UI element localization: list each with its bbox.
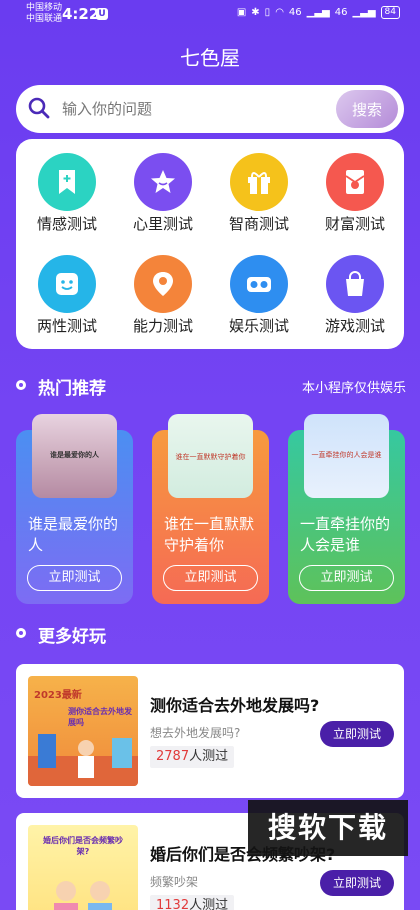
- smile-face-icon: [38, 255, 96, 313]
- section-dot-icon: [16, 380, 26, 390]
- participant-number: 2787: [156, 749, 190, 764]
- carrier-info: 中国移动 中国联通: [26, 3, 62, 25]
- category-entertainment[interactable]: 娱乐测试: [214, 243, 304, 338]
- star-icon: [134, 153, 192, 211]
- hot-card-image-text: 谁在一直默默守护着你: [175, 453, 246, 461]
- category-label: 智商测试: [228, 215, 289, 233]
- location-pin-icon: [134, 255, 192, 313]
- list-item-title: 测你适合去外地发展吗?: [150, 696, 320, 715]
- search-button[interactable]: 搜索: [336, 90, 398, 128]
- category-wealth[interactable]: 财富测试: [310, 141, 400, 236]
- nfc-icon: ▣: [236, 7, 247, 18]
- hot-card-image-text: 谁是最爱你的人: [50, 451, 99, 459]
- carrier-2: 中国联通: [26, 14, 63, 24]
- hot-card-image-text: 一直牵挂你的人会是谁: [311, 451, 382, 459]
- system-icons: ▣ ✱ ▯ ◠ 46 ▁▃▅ 46 ▁▃▅ 84: [237, 6, 400, 19]
- category-label: 能力测试: [132, 317, 193, 335]
- signal-icon-2: ▁▃▅: [352, 7, 376, 18]
- battery-icon: 84: [380, 6, 400, 19]
- thumbnail-text: 2023最新: [34, 690, 82, 701]
- category-gender[interactable]: 两性测试: [22, 243, 112, 338]
- vibrate-icon: ▯: [264, 7, 271, 18]
- more-section-title: 更多好玩: [38, 627, 106, 647]
- category-label: 心里测试: [132, 215, 193, 233]
- participant-number: 1132: [156, 898, 190, 910]
- hot-card-title: 谁是最爱你的人: [28, 515, 119, 554]
- category-label: 游戏测试: [324, 317, 385, 335]
- signal-icon: ▁▃▅: [306, 7, 330, 18]
- bluetooth-icon: ✱: [251, 7, 260, 18]
- thumbnail-text: 婚后你们是否会频繁吵架?: [43, 836, 123, 856]
- category-emotion[interactable]: 情感测试: [22, 141, 112, 236]
- hot-card[interactable]: 谁是最爱你的人 谁是最爱你的人 立即测试: [16, 414, 133, 604]
- search-input[interactable]: [62, 95, 342, 123]
- participant-suffix: 人测过: [189, 749, 229, 764]
- category-ability[interactable]: 能力测试: [118, 243, 208, 338]
- category-iq[interactable]: 智商测试: [214, 141, 304, 236]
- hot-card[interactable]: 谁在一直默默守护着你 谁在一直默默守护着你 立即测试: [152, 414, 269, 604]
- category-label: 情感测试: [36, 215, 97, 233]
- thumbnail-text-2: 测你适合去外地发展吗: [68, 707, 132, 727]
- carrier-1: 中国移动: [26, 3, 63, 13]
- gift-icon: [230, 153, 288, 211]
- test-now-button[interactable]: 立即测试: [27, 565, 122, 591]
- participant-count: 2787人测过: [150, 746, 235, 768]
- test-now-button[interactable]: 立即测试: [320, 721, 394, 747]
- category-game[interactable]: 游戏测试: [310, 243, 400, 338]
- clock: 4:22: [62, 5, 100, 23]
- hot-card[interactable]: 一直牵挂你的人会是谁 一直牵挂你的人会是谁 立即测试: [288, 414, 405, 604]
- participant-suffix: 人测过: [189, 898, 229, 910]
- list-item-subtitle: 频繁吵架: [150, 875, 199, 889]
- section-dot-icon: [16, 628, 26, 638]
- hot-card-title: 一直牵挂你的人会是谁: [300, 515, 391, 554]
- watermark-logo: 搜软下载: [248, 800, 408, 856]
- test-now-button[interactable]: 立即测试: [163, 565, 258, 591]
- bookmark-icon: [38, 153, 96, 211]
- shopping-bag-icon: [326, 255, 384, 313]
- test-now-button[interactable]: 立即测试: [320, 870, 394, 896]
- hot-card-image: 谁是最爱你的人: [32, 414, 117, 498]
- hot-card-image: 一直牵挂你的人会是谁: [304, 414, 389, 498]
- hot-card-title: 谁在一直默默守护着你: [164, 515, 255, 554]
- hot-card-image: 谁在一直默默守护着你: [168, 414, 253, 498]
- participant-count: 1132人测过: [150, 895, 235, 910]
- page-title: 七色屋: [180, 46, 240, 70]
- category-label: 两性测试: [36, 317, 97, 335]
- app-badge-icon: U: [96, 8, 108, 20]
- list-item-thumbnail: 婚后你们是否会频繁吵架?: [28, 825, 138, 910]
- red-envelope-icon: [326, 153, 384, 211]
- disclaimer-note: 本小程序仅供娱乐: [301, 381, 406, 396]
- list-item[interactable]: 2023最新 测你适合去外地发展吗 测你适合去外地发展吗? 想去外地发展吗? 2…: [16, 664, 404, 798]
- vr-glasses-icon: [230, 255, 288, 313]
- search-bar: 搜索: [16, 85, 404, 133]
- category-label: 财富测试: [324, 215, 385, 233]
- status-bar: 中国移动 中国联通 4:22 U ▣ ✱ ▯ ◠ 46 ▁▃▅ 46 ▁▃▅ 8…: [0, 0, 420, 30]
- hot-section-title: 热门推荐: [38, 379, 106, 399]
- category-grid: 情感测试 心里测试 智商测试 财富测试 两性测试 能力测试 娱乐测试 游戏测试: [16, 139, 404, 349]
- search-icon: [28, 97, 50, 123]
- test-now-button[interactable]: 立即测试: [299, 565, 394, 591]
- list-item-thumbnail: 2023最新 测你适合去外地发展吗: [28, 676, 138, 786]
- wifi-icon: ◠: [275, 7, 284, 18]
- category-psychology[interactable]: 心里测试: [118, 141, 208, 236]
- list-item-subtitle: 想去外地发展吗?: [150, 726, 241, 740]
- category-label: 娱乐测试: [228, 317, 289, 335]
- signal-label: 46: [288, 7, 302, 18]
- signal-label-2: 46: [334, 7, 348, 18]
